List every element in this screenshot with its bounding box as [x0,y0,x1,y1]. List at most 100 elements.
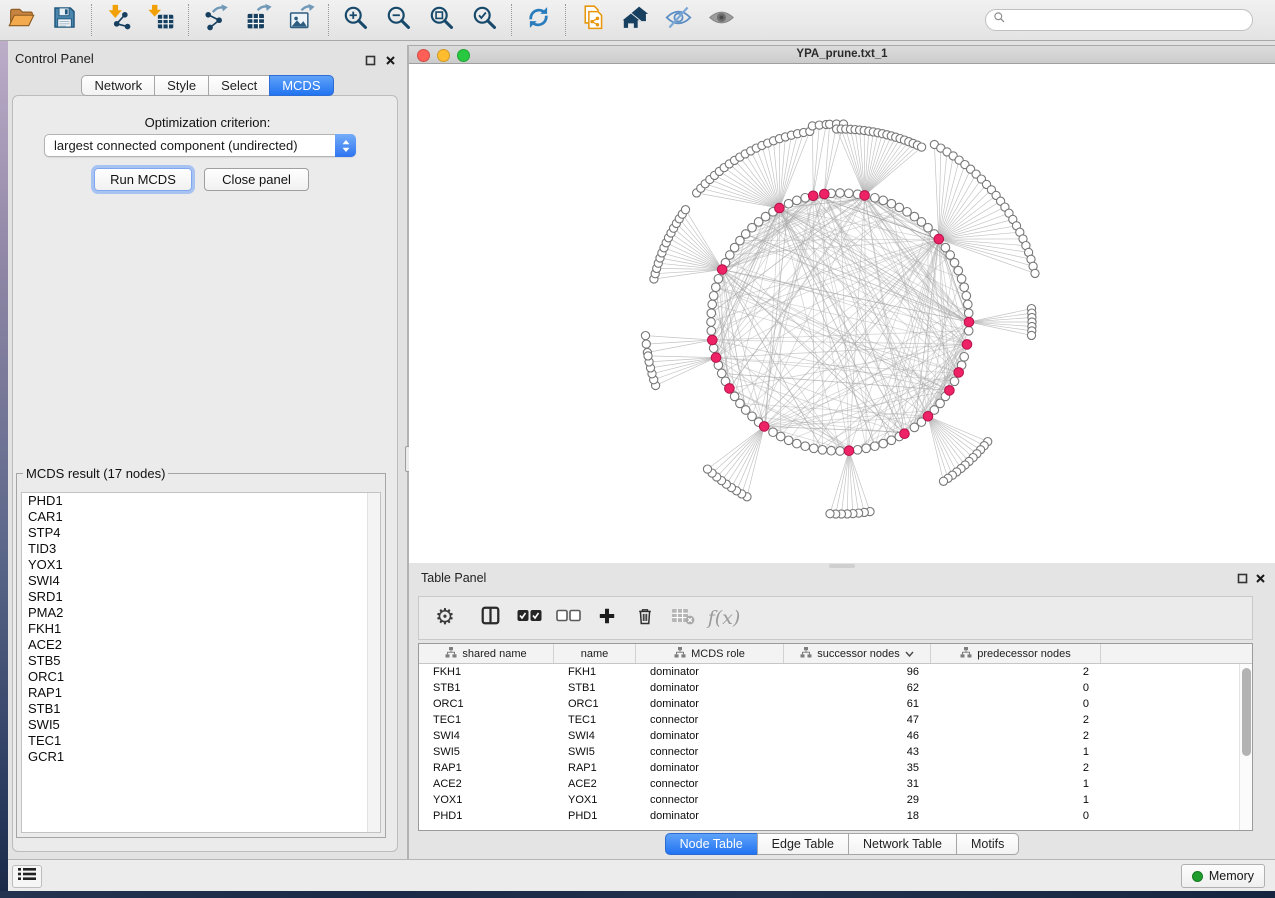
mcds-result-item[interactable]: TID3 [22,541,380,557]
ring-node[interactable] [784,199,793,208]
ring-node[interactable] [827,446,836,455]
dominator-node[interactable] [759,422,769,432]
show-columns-button[interactable] [471,596,509,640]
dominator-node[interactable] [820,189,830,199]
ring-node[interactable] [845,189,854,198]
ring-node[interactable] [960,283,969,292]
zoom-in-button[interactable] [334,0,377,40]
ring-node[interactable] [853,446,862,455]
mcds-result-item[interactable]: YOX1 [22,557,380,573]
dominator-node[interactable] [708,335,718,345]
mcds-result-item[interactable]: STP4 [22,525,380,541]
import-table-button[interactable] [140,0,183,40]
ring-node[interactable] [709,292,718,301]
close-panel-button[interactable] [383,53,397,67]
export-table-button[interactable] [237,0,280,40]
mcds-result-item[interactable]: TEC1 [22,733,380,749]
ring-node[interactable] [708,300,717,309]
leaf-node[interactable] [641,332,649,340]
mcds-result-item[interactable]: CAR1 [22,509,380,525]
tab-select[interactable]: Select [208,75,270,96]
zoom-out-button[interactable] [377,0,420,40]
column-header-shared-name[interactable]: shared name [419,644,554,663]
leaf-node[interactable] [642,340,650,348]
ring-node[interactable] [946,251,955,260]
delete-column-button[interactable] [626,596,664,640]
dominator-node[interactable] [964,317,974,327]
mcds-result-item[interactable]: STB5 [22,653,380,669]
dominator-node[interactable] [860,191,870,201]
table-row[interactable]: YOX1YOX1connector291 [419,792,1252,808]
save-button[interactable] [43,0,86,40]
dominator-node[interactable] [725,384,735,394]
tab-mcds[interactable]: MCDS [269,75,333,96]
ring-node[interactable] [717,369,726,378]
ring-node[interactable] [964,309,973,318]
table-scrollbar[interactable] [1239,664,1252,830]
show-button[interactable] [700,0,743,40]
mcds-result-item[interactable]: FKH1 [22,621,380,637]
ring-node[interactable] [714,275,723,284]
dominator-node[interactable] [775,203,785,213]
table-row[interactable]: ACE2ACE2connector311 [419,776,1252,792]
ring-node[interactable] [769,428,778,437]
mcds-result-item[interactable]: SWI5 [22,717,380,733]
show-panels-button[interactable] [12,865,42,888]
function-builder-button[interactable]: f(x) [702,596,746,640]
ring-node[interactable] [887,436,896,445]
column-header-name[interactable]: name [554,644,636,663]
network-window-titlebar[interactable]: YPA_prune.txt_1 [409,45,1275,64]
mcds-result-item[interactable]: ACE2 [22,637,380,653]
leaf-node[interactable] [1031,269,1039,277]
leaf-node[interactable] [1027,331,1035,339]
tab-motifs[interactable]: Motifs [956,833,1019,855]
import-network-button[interactable] [97,0,140,40]
ring-node[interactable] [862,444,871,453]
leaf-node[interactable] [939,477,947,485]
ring-node[interactable] [836,189,845,198]
dominator-node[interactable] [711,353,721,363]
dominator-node[interactable] [954,368,964,378]
tab-network[interactable]: Network [81,75,155,96]
ring-node[interactable] [836,447,845,456]
ring-node[interactable] [818,446,827,455]
ring-node[interactable] [895,203,904,212]
ring-node[interactable] [793,439,802,448]
column-header-predecessor-nodes[interactable]: predecessor nodes [931,644,1101,663]
table-row[interactable]: FKH1FKH1dominator962 [419,664,1252,680]
table-row[interactable]: PHD1PHD1dominator180 [419,808,1252,824]
zoom-selected-button[interactable] [463,0,506,40]
ring-node[interactable] [707,327,716,336]
select-all-button[interactable] [509,596,549,640]
leaf-node[interactable] [681,206,689,214]
float-panel-button[interactable] [363,53,377,67]
table-settings-button[interactable]: ⚙ [419,596,471,640]
leaf-node[interactable] [644,352,652,360]
ring-node[interactable] [707,318,716,327]
column-header-successor-nodes[interactable]: successor nodes [784,644,931,663]
table-row[interactable]: SWI4SWI4dominator462 [419,728,1252,744]
float-table-panel-button[interactable] [1235,571,1249,585]
dominator-node[interactable] [717,265,727,275]
table-row[interactable]: TEC1TEC1connector472 [419,712,1252,728]
ring-node[interactable] [950,258,959,267]
ring-node[interactable] [954,266,963,275]
ring-node[interactable] [784,436,793,445]
tab-node-table[interactable]: Node Table [665,833,758,855]
table-scrollbar-thumb[interactable] [1242,668,1251,756]
ring-node[interactable] [871,442,880,451]
tab-edge-table[interactable]: Edge Table [757,833,849,855]
ring-node[interactable] [871,194,880,203]
export-network-button[interactable] [194,0,237,40]
mcds-result-item[interactable]: STB1 [22,701,380,717]
mcds-result-item[interactable]: SRD1 [22,589,380,605]
clear-selection-button[interactable] [549,596,588,640]
export-image-button[interactable] [280,0,323,40]
mcds-result-item[interactable]: GCR1 [22,749,380,765]
ring-node[interactable] [712,283,721,292]
table-row[interactable]: SWI5SWI5connector431 [419,744,1252,760]
refresh-button[interactable] [517,0,560,40]
clone-network-button[interactable] [571,0,614,40]
dominator-node[interactable] [945,386,955,396]
leaf-node[interactable] [826,510,834,518]
